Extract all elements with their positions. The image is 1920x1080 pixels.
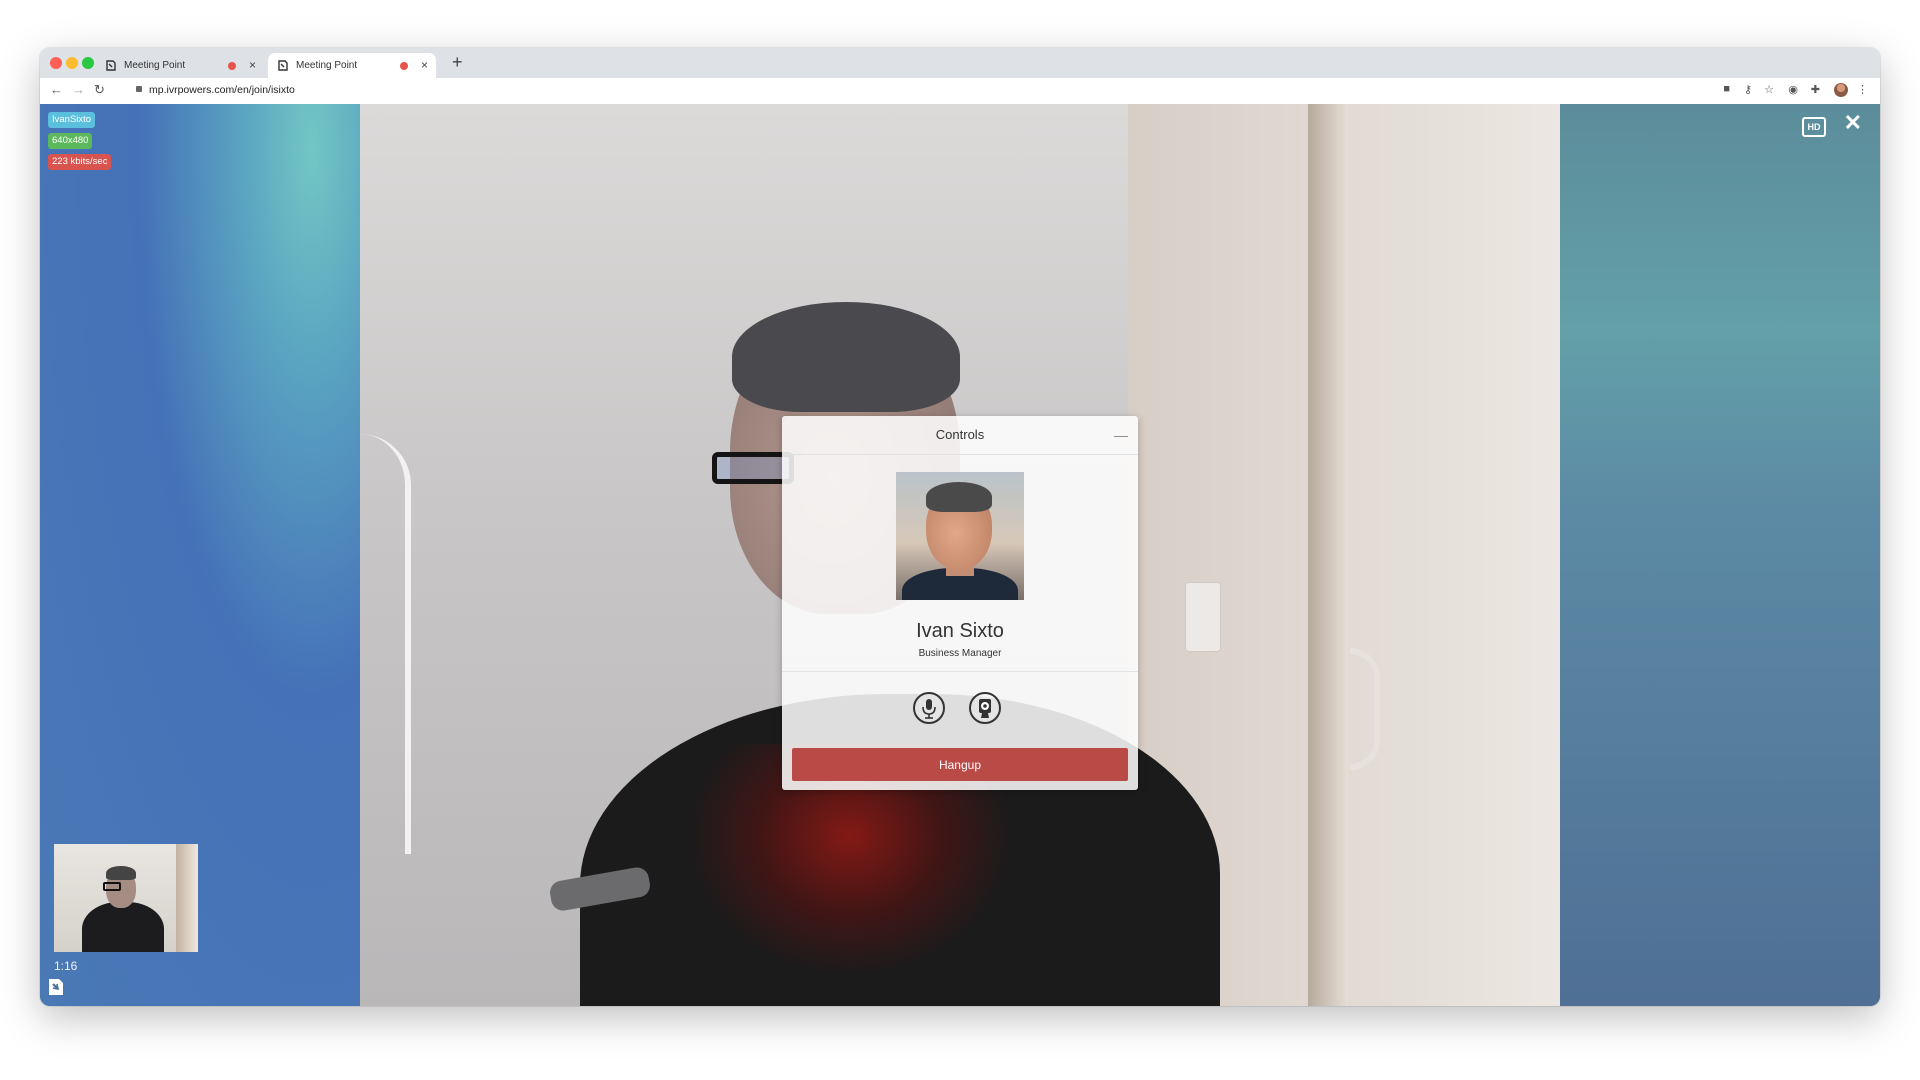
password-manager-icon[interactable]: ◉ — [1788, 83, 1798, 96]
person-hair — [732, 302, 960, 412]
self-view-video[interactable] — [54, 844, 198, 952]
tab-close-icon[interactable]: × — [249, 53, 256, 78]
close-window-button[interactable] — [50, 57, 62, 69]
key-icon[interactable]: ⚷ — [1744, 83, 1752, 96]
hd-toggle-button[interactable]: HD — [1802, 117, 1826, 137]
extensions-puzzle-icon[interactable]: ✚ — [1811, 83, 1820, 96]
browser-window: Meeting Point × Meeting Point × + ← → ↻ … — [40, 48, 1880, 1006]
meeting-point-logo-icon — [49, 979, 63, 995]
camera-in-use-icon[interactable]: ■ — [1723, 83, 1730, 95]
controls-title: Controls — [935, 427, 985, 442]
user-role: Business Manager — [918, 648, 1002, 659]
maximize-window-button[interactable] — [82, 57, 94, 69]
tab-meeting-point-1[interactable]: Meeting Point × — [96, 53, 264, 78]
recording-indicator-icon — [228, 62, 236, 70]
call-timer: 1:16 — [54, 959, 78, 973]
address-bar: ← → ↻ mp.ivrpowers.com/en/join/isixto ■ … — [40, 78, 1880, 105]
microphone-toggle-button[interactable] — [913, 692, 945, 724]
user-photo — [896, 472, 1024, 600]
wall-lamp — [360, 434, 411, 854]
reload-icon[interactable]: ↻ — [94, 82, 105, 98]
forward-arrow-icon[interactable]: → — [72, 82, 85, 97]
recording-indicator-icon — [400, 62, 408, 70]
url-field[interactable]: mp.ivrpowers.com/en/join/isixto — [136, 84, 295, 96]
meeting-point-favicon-icon — [106, 60, 116, 71]
browser-menu-icon[interactable]: ⋮ — [1857, 83, 1868, 96]
tab-close-icon[interactable]: × — [421, 53, 428, 78]
profile-avatar[interactable] — [1834, 83, 1848, 97]
light-switch — [1185, 582, 1221, 652]
tab-bar: Meeting Point × Meeting Point × + — [40, 48, 1880, 78]
camera-toggle-button[interactable] — [969, 692, 1001, 724]
close-call-icon[interactable]: ✕ — [1844, 110, 1862, 136]
photo-hair — [926, 482, 992, 512]
door — [1308, 104, 1348, 1006]
url-text: mp.ivrpowers.com/en/join/isixto — [149, 84, 295, 96]
meeting-point-favicon-icon — [278, 60, 288, 71]
bookmark-star-icon[interactable]: ☆ — [1764, 83, 1774, 96]
microphone-icon — [922, 699, 936, 719]
back-arrow-icon[interactable]: ← — [50, 82, 63, 97]
minimize-window-button[interactable] — [66, 57, 78, 69]
divider — [782, 671, 1138, 672]
door-handle — [1350, 648, 1380, 770]
self-view-glasses — [103, 882, 121, 891]
self-view-body — [82, 902, 164, 952]
bitrate-badge: 223 kbits/sec — [48, 154, 112, 170]
self-view-door — [176, 844, 198, 952]
controls-panel: Controls — Ivan Sixto Business Manager H… — [782, 416, 1138, 790]
background-right — [1560, 104, 1880, 1006]
user-name: Ivan Sixto — [916, 620, 1004, 642]
tab-meeting-point-2[interactable]: Meeting Point × — [268, 53, 436, 78]
resolution-badge: 640x480 — [48, 133, 93, 149]
webcam-icon — [979, 699, 991, 718]
tab-title: Meeting Point — [296, 60, 358, 71]
hangup-button[interactable]: Hangup — [792, 748, 1128, 781]
controls-header: Controls — — [782, 416, 1138, 455]
minimize-panel-button[interactable]: — — [1114, 416, 1128, 454]
lock-icon — [136, 86, 142, 92]
self-view-hair — [106, 866, 136, 880]
call-view: IvanSixto 640x480 223 kbits/sec 1:16 HD … — [40, 104, 1880, 1006]
username-badge: IvanSixto — [48, 112, 96, 128]
tab-title: Meeting Point — [124, 60, 186, 71]
new-tab-button[interactable]: + — [452, 52, 463, 73]
